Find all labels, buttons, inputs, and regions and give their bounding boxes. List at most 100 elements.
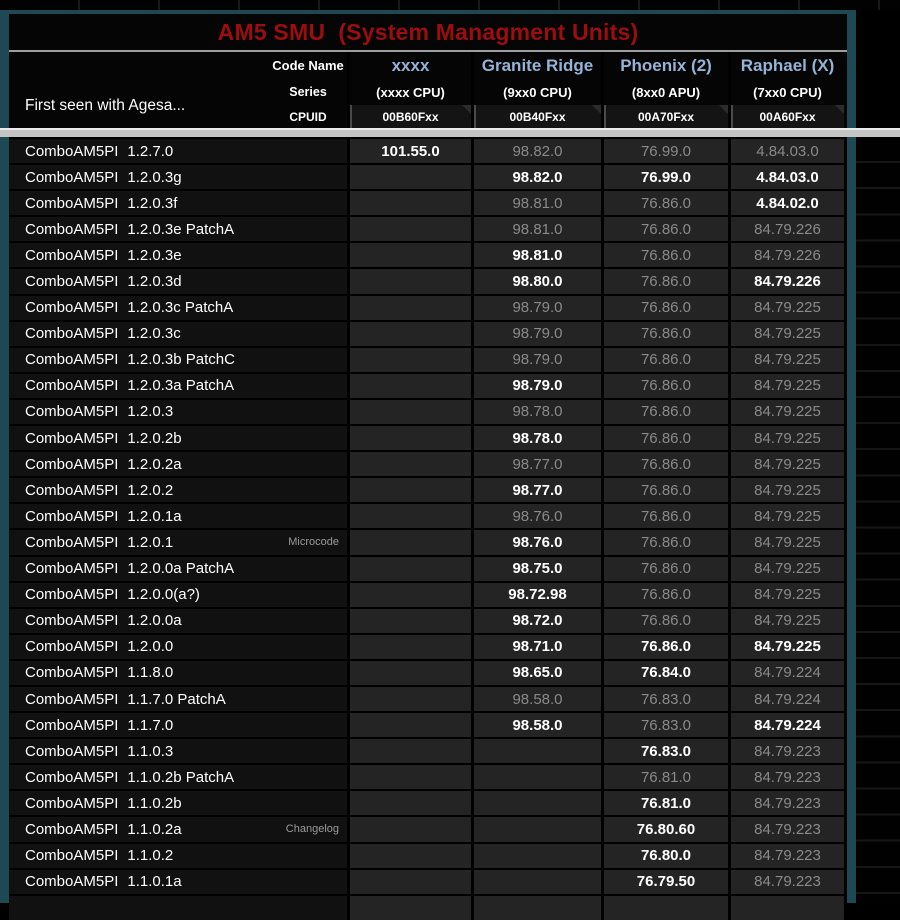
smu-cell-raphael[interactable]: 84.79.224 xyxy=(728,713,844,737)
agesa-version-cell[interactable] xyxy=(9,896,347,920)
smu-cell-xxxx[interactable] xyxy=(347,400,471,424)
smu-cell-granite-ridge[interactable]: 98.79.0 xyxy=(471,348,601,372)
smu-cell-phoenix[interactable]: 76.86.0 xyxy=(601,426,728,450)
smu-cell-xxxx[interactable] xyxy=(347,817,471,841)
smu-cell-xxxx[interactable] xyxy=(347,504,471,528)
smu-cell-granite-ridge[interactable] xyxy=(471,870,601,894)
smu-cell-granite-ridge[interactable]: 98.79.0 xyxy=(471,322,601,346)
smu-cell-raphael[interactable]: 84.79.223 xyxy=(728,870,844,894)
agesa-version-cell[interactable]: ComboAM5PI 1.2.0.3g xyxy=(9,165,347,189)
smu-cell-raphael[interactable]: 84.79.225 xyxy=(728,635,844,659)
smu-cell-xxxx[interactable] xyxy=(347,478,471,502)
agesa-version-cell[interactable]: ComboAM5PI 1.1.0.1a xyxy=(9,870,347,894)
smu-cell-granite-ridge[interactable]: 98.76.0 xyxy=(471,504,601,528)
smu-cell-phoenix[interactable]: 76.86.0 xyxy=(601,452,728,476)
agesa-version-cell[interactable]: ComboAM5PI 1.1.0.2b PatchA xyxy=(9,765,347,789)
cpuid-cell[interactable]: 00A70Fxx xyxy=(604,105,728,128)
agesa-version-cell[interactable]: ComboAM5PI 1.1.0.2a Changelog xyxy=(9,817,347,841)
agesa-version-cell[interactable]: ComboAM5PI 1.2.7.0 xyxy=(9,139,347,163)
series-cell[interactable]: (xxxx CPU) xyxy=(350,79,471,105)
cpuid-row-label[interactable]: CPUID xyxy=(269,105,347,128)
smu-cell-phoenix[interactable]: 76.80.60 xyxy=(601,817,728,841)
smu-cell-granite-ridge[interactable] xyxy=(471,739,601,763)
smu-cell-phoenix[interactable]: 76.86.0 xyxy=(601,296,728,320)
smu-cell-phoenix[interactable]: 76.99.0 xyxy=(601,165,728,189)
series-row-label[interactable]: Series xyxy=(269,79,347,105)
cpuid-cell[interactable]: 00B60Fxx xyxy=(350,105,471,128)
agesa-version-cell[interactable]: ComboAM5PI 1.1.0.2 xyxy=(9,844,347,868)
smu-cell-granite-ridge[interactable]: 98.77.0 xyxy=(471,452,601,476)
table-title-cell[interactable]: AM5 SMU (System Managment Units) xyxy=(9,14,847,52)
agesa-version-cell[interactable]: ComboAM5PI 1.2.0.0(a?) xyxy=(9,583,347,607)
smu-cell-xxxx[interactable] xyxy=(347,322,471,346)
smu-cell-xxxx[interactable] xyxy=(347,165,471,189)
smu-cell-xxxx[interactable] xyxy=(347,583,471,607)
smu-cell-phoenix[interactable]: 76.86.0 xyxy=(601,374,728,398)
smu-cell-raphael[interactable]: 4.84.02.0 xyxy=(728,191,844,215)
smu-cell-phoenix[interactable]: 76.99.0 xyxy=(601,139,728,163)
smu-cell-granite-ridge[interactable]: 98.72.98 xyxy=(471,583,601,607)
smu-cell-raphael[interactable]: 84.79.225 xyxy=(728,374,844,398)
smu-cell-xxxx[interactable] xyxy=(347,844,471,868)
smu-cell-raphael[interactable]: 84.79.226 xyxy=(728,217,844,241)
smu-cell-xxxx[interactable] xyxy=(347,348,471,372)
agesa-version-cell[interactable]: ComboAM5PI 1.2.0.2 xyxy=(9,478,347,502)
smu-cell-phoenix[interactable]: 76.86.0 xyxy=(601,348,728,372)
smu-cell-raphael[interactable]: 4.84.03.0 xyxy=(728,165,844,189)
smu-cell-granite-ridge[interactable]: 98.82.0 xyxy=(471,139,601,163)
smu-cell-phoenix[interactable]: 76.86.0 xyxy=(601,504,728,528)
smu-cell-raphael[interactable]: 84.79.225 xyxy=(728,400,844,424)
smu-cell-xxxx[interactable]: 101.55.0 xyxy=(347,139,471,163)
smu-cell-raphael[interactable]: 84.79.225 xyxy=(728,557,844,581)
smu-cell-raphael[interactable]: 84.79.225 xyxy=(728,478,844,502)
smu-cell-phoenix[interactable]: 76.86.0 xyxy=(601,609,728,633)
smu-cell-raphael[interactable]: 84.79.224 xyxy=(728,661,844,685)
smu-cell-xxxx[interactable] xyxy=(347,269,471,293)
smu-cell-raphael[interactable]: 84.79.223 xyxy=(728,765,844,789)
smu-cell-granite-ridge[interactable]: 98.58.0 xyxy=(471,713,601,737)
agesa-version-cell[interactable]: ComboAM5PI 1.2.0.3f xyxy=(9,191,347,215)
smu-cell-raphael[interactable]: 84.79.225 xyxy=(728,609,844,633)
code-name-cell[interactable]: Phoenix (2) xyxy=(604,52,728,79)
smu-cell-phoenix[interactable]: 76.86.0 xyxy=(601,400,728,424)
smu-cell-phoenix[interactable]: 76.86.0 xyxy=(601,635,728,659)
smu-cell-xxxx[interactable] xyxy=(347,713,471,737)
smu-cell-phoenix[interactable]: 76.86.0 xyxy=(601,557,728,581)
cpuid-cell[interactable]: 00A60Fxx xyxy=(731,105,844,128)
smu-cell-granite-ridge[interactable]: 98.81.0 xyxy=(471,191,601,215)
smu-cell-xxxx[interactable] xyxy=(347,374,471,398)
agesa-version-cell[interactable]: ComboAM5PI 1.2.0.3d xyxy=(9,269,347,293)
smu-cell-granite-ridge[interactable]: 98.82.0 xyxy=(471,165,601,189)
smu-cell-raphael[interactable]: 84.79.225 xyxy=(728,426,844,450)
code-name-cell[interactable]: Granite Ridge xyxy=(474,52,601,79)
agesa-version-cell[interactable]: ComboAM5PI 1.2.0.0a xyxy=(9,609,347,633)
smu-cell-phoenix[interactable]: 76.86.0 xyxy=(601,322,728,346)
smu-cell-raphael[interactable]: 84.79.224 xyxy=(728,687,844,711)
smu-cell-phoenix[interactable]: 76.84.0 xyxy=(601,661,728,685)
series-cell[interactable]: (8xx0 APU) xyxy=(604,79,728,105)
smu-cell-granite-ridge[interactable]: 98.81.0 xyxy=(471,217,601,241)
series-cell[interactable]: (9xx0 CPU) xyxy=(474,79,601,105)
smu-cell-granite-ridge[interactable]: 98.78.0 xyxy=(471,426,601,450)
smu-cell-granite-ridge[interactable]: 98.80.0 xyxy=(471,269,601,293)
smu-cell-xxxx[interactable] xyxy=(347,243,471,267)
smu-cell-granite-ridge[interactable]: 98.78.0 xyxy=(471,400,601,424)
agesa-version-cell[interactable]: ComboAM5PI 1.2.0.3e PatchA xyxy=(9,217,347,241)
smu-cell-phoenix[interactable]: 76.86.0 xyxy=(601,269,728,293)
smu-cell-phoenix[interactable]: 76.83.0 xyxy=(601,687,728,711)
agesa-version-cell[interactable]: ComboAM5PI 1.2.0.0a PatchA xyxy=(9,557,347,581)
agesa-version-cell[interactable]: ComboAM5PI 1.2.0.1 Microcode xyxy=(9,530,347,554)
smu-cell-granite-ridge[interactable]: 98.72.0 xyxy=(471,609,601,633)
smu-cell-xxxx[interactable] xyxy=(347,452,471,476)
smu-cell-phoenix[interactable]: 76.86.0 xyxy=(601,243,728,267)
smu-cell-phoenix[interactable]: 76.81.0 xyxy=(601,765,728,789)
cpuid-cell[interactable]: 00B40Fxx xyxy=(474,105,601,128)
smu-cell-xxxx[interactable] xyxy=(347,687,471,711)
smu-cell-xxxx[interactable] xyxy=(347,661,471,685)
smu-cell-granite-ridge[interactable] xyxy=(471,896,601,920)
first-seen-cell[interactable]: First seen with Agesa... xyxy=(9,52,269,128)
smu-cell-raphael[interactable]: 84.79.225 xyxy=(728,530,844,554)
smu-cell-raphael[interactable]: 84.79.225 xyxy=(728,296,844,320)
smu-cell-xxxx[interactable] xyxy=(347,765,471,789)
smu-cell-xxxx[interactable] xyxy=(347,635,471,659)
